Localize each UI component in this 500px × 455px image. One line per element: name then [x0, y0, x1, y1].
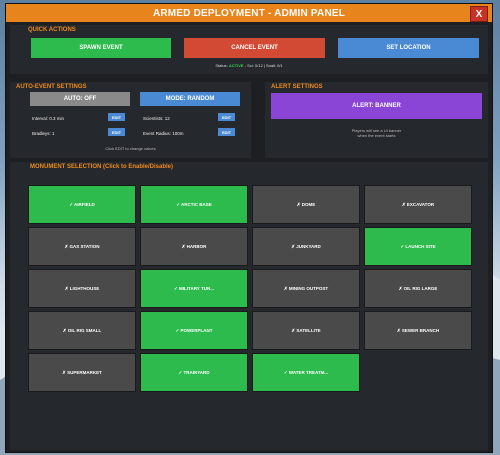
alert-heading: ALERT SETTINGS [271, 84, 323, 90]
auto-event-hint: Click EDIT to change values [105, 146, 156, 151]
radius-edit-button[interactable]: EDIT [218, 128, 235, 136]
title-bar: ARMED DEPLOYMENT - ADMIN PANEL X [6, 4, 492, 22]
event-status: Status: ACTIVE - Sci: 0/12 | Snail: 0/1 [10, 63, 488, 68]
status-counts: - Sci: 0/12 | Snail: 0/1 [244, 63, 283, 68]
monument-toggle-button[interactable]: ✓ TRAINYARD [140, 353, 248, 392]
auto-event-heading: AUTO-EVENT SETTINGS [16, 84, 87, 90]
monument-toggle-button[interactable]: ✗ OIL RIG SMALL [28, 311, 136, 350]
auto-toggle-button[interactable]: AUTO: OFF [30, 92, 130, 106]
monument-toggle-button[interactable]: ✗ JUNKYARD [252, 227, 360, 266]
admin-panel: ARMED DEPLOYMENT - ADMIN PANEL X QUICK A… [5, 3, 493, 453]
monument-toggle-button[interactable]: ✗ GAS STATION [28, 227, 136, 266]
radius-label: Event Radius: 100m [143, 131, 184, 136]
status-prefix: Status: [215, 63, 228, 68]
window-title: ARMED DEPLOYMENT - ADMIN PANEL [152, 7, 346, 19]
cancel-event-button[interactable]: CANCEL EVENT [184, 38, 325, 58]
quick-actions-heading: QUICK ACTIONS [28, 27, 76, 33]
monument-toggle-button[interactable]: ✗ HARBOR [140, 227, 248, 266]
bradleys-edit-button[interactable]: EDIT [108, 128, 125, 136]
monument-toggle-button[interactable]: ✓ ARCTIC BASE [140, 185, 248, 224]
interval-label: Interval: 0.3 min [32, 116, 65, 121]
monument-toggle-button[interactable]: ✓ MILITARY TUN... [140, 269, 248, 308]
alert-section: ALERT SETTINGS ALERT: BANNER Players wil… [265, 82, 488, 158]
monument-heading: MONUMENT SELECTION (Click to Enable/Disa… [30, 164, 174, 170]
scientists-edit-button[interactable]: EDIT [218, 113, 235, 121]
auto-event-section: AUTO-EVENT SETTINGS AUTO: OFF MODE: RAND… [10, 82, 251, 158]
mode-button[interactable]: MODE: RANDOM [140, 92, 240, 106]
monument-selection-section: MONUMENT SELECTION (Click to Enable/Disa… [10, 162, 488, 450]
bradleys-label: Bradleys: 1 [32, 131, 55, 136]
alert-hint: Players will see a UI banner when the ev… [265, 128, 488, 138]
monument-toggle-button[interactable]: ✓ AIRFIELD [28, 185, 136, 224]
scientists-label: Scientists: 12 [143, 116, 170, 121]
monument-toggle-button[interactable]: ✗ EXCAVATOR [364, 185, 472, 224]
alert-hint-line2: when the event starts [357, 133, 396, 138]
interval-edit-button[interactable]: EDIT [108, 113, 125, 121]
monument-toggle-button[interactable]: ✗ SUPERMARKET [28, 353, 136, 392]
monument-toggle-button[interactable]: ✗ MINING OUTPOST [252, 269, 360, 308]
close-button[interactable]: X [470, 6, 488, 22]
monument-toggle-button[interactable]: ✗ DOME [252, 185, 360, 224]
status-active-badge: ACTIVE [228, 63, 244, 68]
monument-toggle-button[interactable]: ✓ WATER TREATM... [252, 353, 360, 392]
monument-toggle-button[interactable]: ✓ POWERPLANT [140, 311, 248, 350]
set-location-button[interactable]: SET LOCATION [338, 38, 479, 58]
monument-toggle-button[interactable]: ✗ OIL RIG LARGE [364, 269, 472, 308]
monument-toggle-button[interactable]: ✓ LAUNCH SITE [364, 227, 472, 266]
alert-mode-button[interactable]: ALERT: BANNER [271, 93, 482, 119]
monument-toggle-button[interactable]: ✗ SEWER BRANCH [364, 311, 472, 350]
monument-toggle-button[interactable]: ✗ LIGHTHOUSE [28, 269, 136, 308]
quick-actions-section: QUICK ACTIONS SPAWN EVENT CANCEL EVENT S… [10, 25, 488, 74]
spawn-event-button[interactable]: SPAWN EVENT [31, 38, 171, 58]
monument-toggle-button[interactable]: ✗ SATELLITE [252, 311, 360, 350]
